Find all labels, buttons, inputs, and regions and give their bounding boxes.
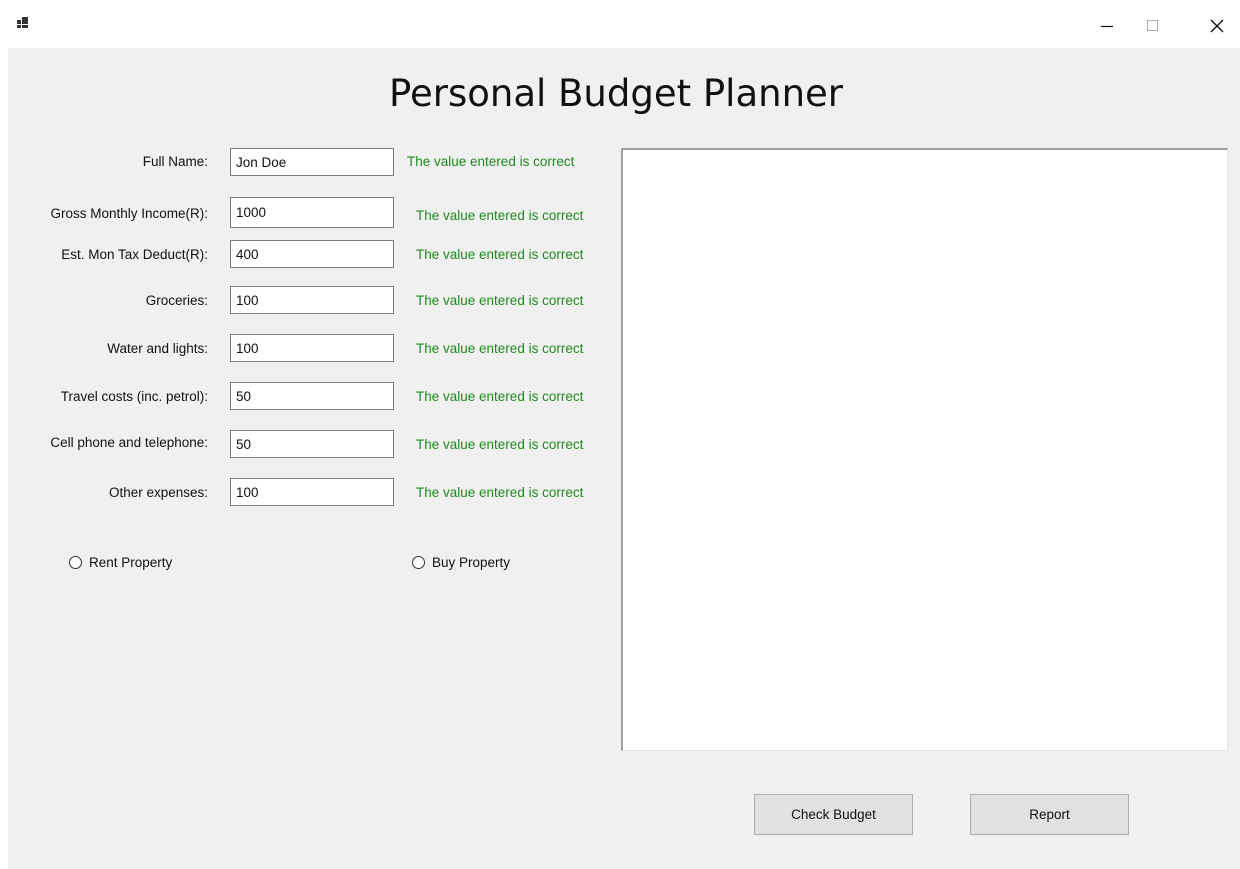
cell-phone-input[interactable]: [230, 430, 394, 458]
tax-deduct-input[interactable]: [230, 240, 394, 268]
radio-circle: [69, 556, 82, 569]
radio-circle: [412, 556, 425, 569]
travel-costs-status: The value entered is correct: [416, 389, 584, 404]
other-expenses-input[interactable]: [230, 478, 394, 506]
maximize-button[interactable]: [1130, 8, 1176, 44]
groceries-input[interactable]: [230, 286, 394, 314]
report-button[interactable]: Report: [970, 794, 1129, 835]
full-name-status: The value entered is correct: [407, 154, 575, 169]
form-client-area: Personal Budget Planner Full Name: The v…: [8, 48, 1240, 869]
close-button[interactable]: [1194, 8, 1240, 44]
page-title: Personal Budget Planner: [388, 72, 844, 115]
budget-output-textbox[interactable]: [621, 148, 1228, 751]
rent-property-label: Rent Property: [89, 555, 173, 570]
buy-property-label: Buy Property: [432, 555, 511, 570]
travel-costs-input[interactable]: [230, 382, 394, 410]
full-name-input[interactable]: [230, 148, 394, 176]
app-icon: [17, 17, 29, 28]
title-bar[interactable]: [0, 0, 1240, 48]
rent-property-radio[interactable]: Rent Property: [69, 555, 172, 570]
cell-phone-status: The value entered is correct: [416, 437, 584, 452]
minimize-icon: [1101, 25, 1113, 28]
check-budget-button[interactable]: Check Budget: [754, 794, 913, 835]
water-lights-label: Water and lights:: [107, 341, 208, 356]
tax-deduct-label: Est. Mon Tax Deduct(R):: [61, 247, 208, 262]
app-window: Personal Budget Planner Full Name: The v…: [0, 0, 1240, 869]
gross-income-label: Gross Monthly Income(R):: [50, 206, 208, 221]
cell-phone-label: Cell phone and telephone:: [50, 435, 208, 450]
buy-property-radio[interactable]: Buy Property: [412, 555, 510, 570]
close-icon: [1210, 19, 1224, 33]
minimize-button[interactable]: [1084, 8, 1130, 44]
water-lights-status: The value entered is correct: [416, 341, 584, 356]
full-name-label: Full Name:: [142, 154, 208, 169]
other-expenses-label: Other expenses:: [108, 485, 208, 500]
other-expenses-status: The value entered is correct: [416, 485, 584, 500]
water-lights-input[interactable]: [230, 334, 394, 362]
gross-income-status: The value entered is correct: [416, 208, 584, 223]
groceries-label: Groceries:: [145, 293, 208, 308]
maximize-icon: [1147, 20, 1158, 31]
gross-income-input[interactable]: [230, 197, 394, 228]
tax-deduct-status: The value entered is correct: [416, 247, 584, 262]
groceries-status: The value entered is correct: [416, 293, 584, 308]
travel-costs-label: Travel costs (inc. petrol):: [60, 389, 208, 404]
